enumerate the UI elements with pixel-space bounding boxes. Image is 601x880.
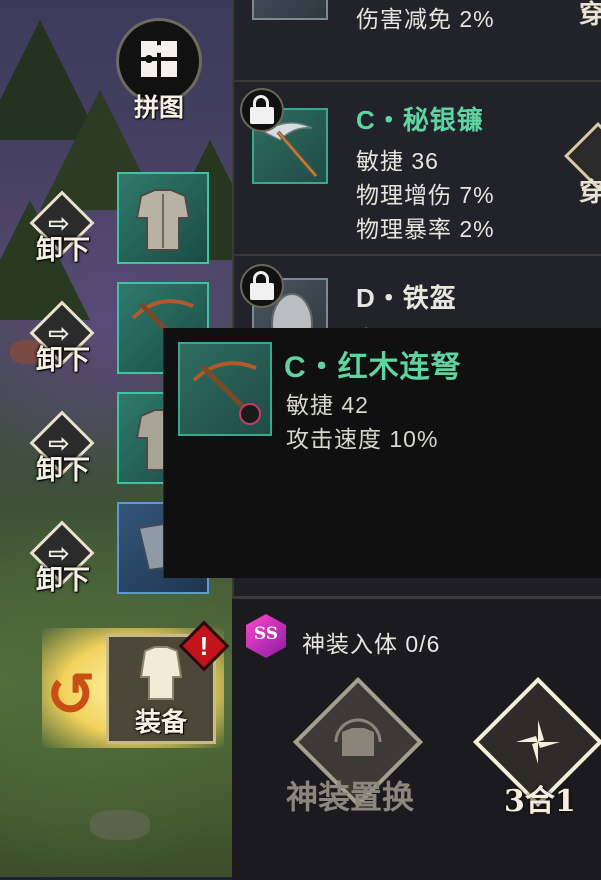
unequip-button[interactable]: ⇨ 卸下	[28, 410, 98, 506]
list-item[interactable]: C・秘银镰 敏捷 36 物理增伤 7% 物理暴率 2% 穿	[234, 80, 601, 255]
item-icon-frame	[252, 0, 328, 20]
unequip-button[interactable]: ⇨ 卸下	[28, 300, 98, 396]
item-stat: 伤害减免 2%	[356, 6, 495, 32]
chest-armor-icon	[135, 189, 191, 251]
equipment-slot[interactable]	[117, 172, 209, 264]
armor-swap-icon	[334, 718, 382, 756]
item-stat: 物理增伤 7%	[356, 182, 495, 208]
lock-icon[interactable]	[240, 88, 284, 132]
alert-mark: !	[199, 631, 209, 661]
god-equip-swap-label: 神装置换	[286, 778, 415, 816]
ground-rock	[90, 810, 150, 840]
item-stat: 敏捷 36	[356, 148, 439, 174]
return-arrow-icon[interactable]: ↺	[46, 660, 96, 730]
unequip-button[interactable]: ⇨ 卸下	[28, 520, 98, 616]
crossbow-icon	[192, 361, 261, 425]
tooltip-item-frame	[178, 342, 272, 436]
ss-badge-label: SS	[253, 624, 279, 644]
unequip-label: 卸下	[36, 235, 90, 266]
tooltip-stat: 敏捷 42	[286, 392, 369, 418]
unequip-label: 卸下	[36, 345, 90, 376]
unequip-button[interactable]: ⇨ 卸下	[28, 190, 98, 286]
unequip-label: 卸下	[36, 455, 90, 486]
merge-label: 3合1	[504, 784, 576, 819]
equip-label: 装备	[134, 708, 187, 738]
item-equip-button-label[interactable]: 穿	[579, 172, 601, 209]
item-tooltip: C・红木连弩 敏捷 42 攻击速度 10%	[163, 328, 601, 578]
puzzle-label: 拼图	[133, 93, 184, 122]
item-title: C・秘银镰	[356, 105, 484, 135]
god-equip-progress: 神装入体 0/6	[302, 631, 441, 657]
item-stat: 物理暴率 2%	[356, 216, 495, 242]
tooltip-title: C・红木连弩	[284, 351, 462, 384]
item-equip-button-label[interactable]: 穿	[579, 0, 601, 31]
list-item: 伤害减免 2% 穿	[234, 0, 601, 81]
unequip-label: 卸下	[36, 565, 90, 596]
tooltip-stat: 攻击速度 10%	[286, 426, 439, 452]
item-title: D・铁盔	[356, 283, 457, 313]
merge-icon	[516, 720, 560, 764]
lock-icon[interactable]	[240, 264, 284, 308]
